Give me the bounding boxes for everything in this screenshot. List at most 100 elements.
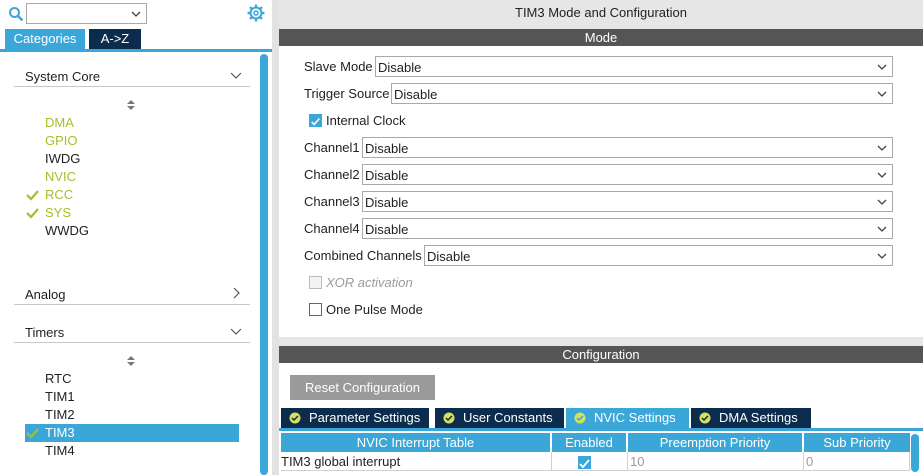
trigger-source-select[interactable]: Disable [391, 83, 893, 104]
channel2-select[interactable]: Disable [362, 164, 893, 185]
table-scrollbar[interactable] [911, 433, 921, 473]
checkmark-icon [579, 459, 590, 469]
enabled-checkbox[interactable] [578, 456, 591, 469]
channel1-select[interactable]: Disable [362, 137, 893, 158]
sort-arrows-icon[interactable] [126, 99, 136, 111]
chevron-down-icon [877, 199, 887, 205]
table-cell-interrupt-name: TIM3 global interrupt [281, 452, 552, 471]
table-cell-sub-priority[interactable]: 0 [804, 452, 910, 471]
mode-body: Slave Mode Disable Trigger Source Disabl… [279, 46, 923, 337]
category-item-label: NVIC [45, 169, 77, 184]
category-item-label: SYS [45, 205, 72, 220]
category-item-nvic[interactable]: NVIC [25, 168, 239, 186]
check-circle-icon [574, 412, 586, 424]
category-item-wwdg[interactable]: WWDG [25, 222, 239, 240]
channel3-label: Channel3 [304, 194, 360, 209]
tab-a-z[interactable]: A->Z [89, 29, 141, 49]
scrollbar-thumb[interactable] [260, 54, 268, 475]
mode-header: Mode [279, 29, 923, 46]
category-item-iwdg[interactable]: IWDG [25, 150, 239, 168]
check-circle-icon [443, 412, 455, 424]
tab-label: NVIC Settings [594, 410, 676, 425]
scrollbar-thumb[interactable] [911, 434, 919, 472]
section-analog[interactable]: Analog [14, 283, 250, 305]
tab-nvic-settings[interactable]: NVIC Settings [566, 408, 689, 428]
category-item-label: TIM2 [45, 407, 75, 422]
column-header-enabled[interactable]: Enabled [552, 433, 626, 452]
check-circle-icon [289, 412, 301, 424]
section-title: Analog [25, 287, 66, 302]
checkmark-icon [311, 118, 320, 126]
chevron-down-icon [131, 11, 141, 17]
category-item-tim2[interactable]: TIM2 [25, 406, 239, 424]
select-value: Disable [394, 87, 438, 102]
select-value: Disable [365, 195, 409, 210]
category-item-dma[interactable]: DMA [25, 114, 239, 132]
select-value: Disable [365, 141, 409, 156]
internal-clock-label: Internal Clock [326, 113, 406, 128]
channel4-select[interactable]: Disable [362, 218, 893, 239]
category-item-tim4[interactable]: TIM4 [25, 442, 239, 460]
tab-label: DMA Settings [719, 410, 798, 425]
xor-activation-checkbox [309, 276, 322, 289]
table-cell-preemption[interactable]: 10 [628, 452, 804, 471]
slave-mode-select[interactable]: Disable [375, 56, 893, 77]
column-header-nvic-table[interactable]: NVIC Interrupt Table [281, 433, 550, 452]
xor-activation-label: XOR activation [326, 275, 413, 290]
category-item-tim3[interactable]: TIM3 [25, 424, 239, 442]
tab-categories[interactable]: Categories [5, 29, 85, 49]
category-item-label: TIM1 [45, 389, 75, 404]
category-item-label: TIM4 [45, 443, 75, 458]
channel2-label: Channel2 [304, 167, 360, 182]
checkmark-icon [26, 208, 39, 219]
search-combo[interactable] [26, 3, 147, 24]
category-item-label: RTC [45, 371, 72, 386]
panel-splitter[interactable] [272, 0, 279, 475]
category-item-label: WWDG [45, 223, 90, 238]
chevron-down-icon [877, 91, 887, 97]
category-item-label: RCC [45, 187, 74, 202]
channel3-select[interactable]: Disable [362, 191, 893, 212]
tab-parameter-settings[interactable]: Parameter Settings [281, 408, 429, 428]
reset-configuration-button[interactable]: Reset Configuration [290, 375, 435, 400]
column-header-sub-priority[interactable]: Sub Priority [804, 433, 910, 452]
select-value: Disable [427, 249, 471, 264]
tab-user-constants[interactable]: User Constants [435, 408, 564, 428]
chevron-down-icon [877, 172, 887, 178]
chevron-down-icon [230, 72, 242, 79]
channel4-label: Channel4 [304, 221, 360, 236]
internal-clock-checkbox[interactable] [309, 114, 322, 127]
channel1-label: Channel1 [304, 140, 360, 155]
category-item-label: TIM3 [45, 425, 75, 440]
mode-config-panel: TIM3 Mode and Configuration Mode Slave M… [279, 0, 923, 475]
checkmark-icon [26, 190, 39, 201]
section-title: System Core [25, 69, 101, 84]
search-icon[interactable] [8, 6, 24, 22]
chevron-down-icon [877, 226, 887, 232]
tab-underline [0, 49, 272, 52]
section-title: Timers [25, 325, 65, 340]
section-timers[interactable]: Timers [14, 321, 250, 343]
configuration-header: Configuration [279, 346, 923, 363]
category-item-rtc[interactable]: RTC [25, 370, 239, 388]
left-scrollbar[interactable] [259, 52, 269, 475]
tab-label: Parameter Settings [309, 410, 421, 425]
category-item-rcc[interactable]: RCC [25, 186, 239, 204]
page-title: TIM3 Mode and Configuration [515, 5, 687, 20]
select-value: Disable [378, 60, 422, 75]
category-item-gpio[interactable]: GPIO [25, 132, 239, 150]
tab-dma-settings[interactable]: DMA Settings [691, 408, 811, 428]
category-item-label: IWDG [45, 151, 81, 166]
check-circle-icon [699, 412, 711, 424]
one-pulse-mode-checkbox[interactable] [309, 303, 322, 316]
chevron-right-icon [233, 287, 240, 299]
sort-arrows-icon[interactable] [126, 355, 136, 367]
categories-panel: Categories A->Z System Core DMA GPIO IWDG N… [0, 0, 272, 475]
gear-icon[interactable] [247, 4, 265, 22]
chevron-down-icon [230, 328, 242, 335]
category-item-sys[interactable]: SYS [25, 204, 239, 222]
column-header-preemption[interactable]: Preemption Priority [628, 433, 802, 452]
combined-channels-select[interactable]: Disable [424, 245, 893, 266]
category-item-tim1[interactable]: TIM1 [25, 388, 239, 406]
section-system-core[interactable]: System Core [14, 65, 250, 87]
